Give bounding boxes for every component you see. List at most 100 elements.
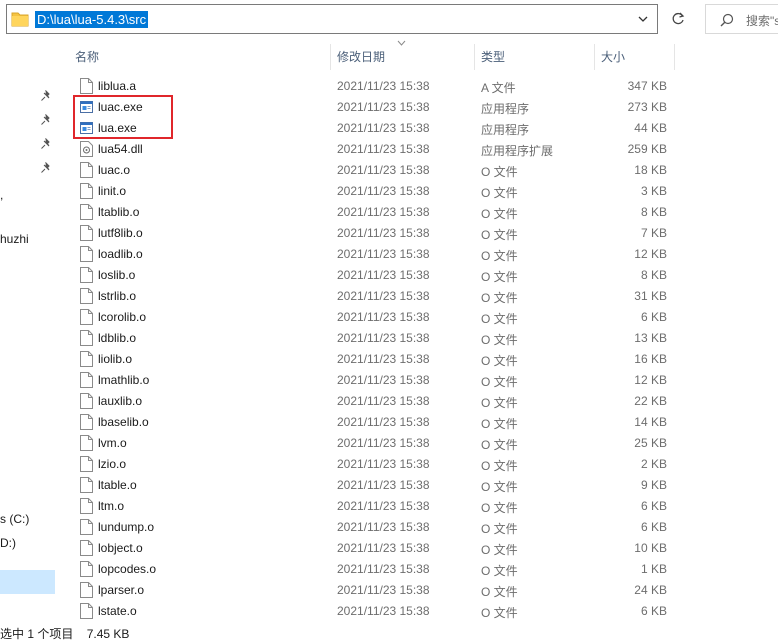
file-date: 2021/11/23 15:38 xyxy=(337,457,430,471)
file-icon xyxy=(80,393,93,409)
file-date: 2021/11/23 15:38 xyxy=(337,541,430,555)
file-date: 2021/11/23 15:38 xyxy=(337,499,430,513)
file-icon xyxy=(80,477,93,493)
address-path[interactable]: D:\lua\lua-5.4.3\src xyxy=(35,11,149,28)
file-type: O 文件 xyxy=(481,249,518,263)
file-size: 25 KB xyxy=(634,436,667,450)
file-size: 6 KB xyxy=(640,604,667,618)
file-row[interactable]: ltable.o 2021/11/23 15:38 O 文件 9 KB xyxy=(0,475,778,496)
file-row[interactable]: lbaselib.o 2021/11/23 15:38 O 文件 14 KB xyxy=(0,412,778,433)
file-size: 3 KB xyxy=(640,184,667,198)
search-box[interactable]: 搜索"s xyxy=(705,4,778,34)
file-row[interactable]: lundump.o 2021/11/23 15:38 O 文件 6 KB xyxy=(0,517,778,538)
file-row[interactable]: loadlib.o 2021/11/23 15:38 O 文件 12 KB xyxy=(0,244,778,265)
file-name: lauxlib.o xyxy=(98,394,143,408)
file-type: O 文件 xyxy=(481,585,518,599)
file-type: O 文件 xyxy=(481,417,518,431)
file-name: ltm.o xyxy=(98,499,125,513)
file-date: 2021/11/23 15:38 xyxy=(337,289,430,303)
file-date: 2021/11/23 15:38 xyxy=(337,352,430,366)
file-row[interactable]: lstate.o 2021/11/23 15:38 O 文件 6 KB xyxy=(0,601,778,622)
file-date: 2021/11/23 15:38 xyxy=(337,100,430,114)
file-date: 2021/11/23 15:38 xyxy=(337,415,430,429)
file-type: O 文件 xyxy=(481,165,518,179)
file-row[interactable]: liblua.a 2021/11/23 15:38 A 文件 347 KB xyxy=(0,76,778,97)
refresh-button[interactable] xyxy=(664,4,692,34)
file-icon xyxy=(80,540,93,556)
file-size: 6 KB xyxy=(640,310,667,324)
address-bar[interactable]: D:\lua\lua-5.4.3\src xyxy=(6,4,658,34)
file-icon xyxy=(80,267,93,283)
file-name: lzio.o xyxy=(98,457,127,471)
search-placeholder: 搜索"s xyxy=(746,14,778,28)
file-name: lundump.o xyxy=(98,520,155,534)
file-date: 2021/11/23 15:38 xyxy=(337,604,430,618)
file-size: 6 KB xyxy=(640,520,667,534)
file-row[interactable]: lstrlib.o 2021/11/23 15:38 O 文件 31 KB xyxy=(0,286,778,307)
column-header-date[interactable]: 修改日期 xyxy=(330,44,474,70)
file-icon xyxy=(80,162,93,178)
file-name: ltable.o xyxy=(98,478,137,492)
file-type: O 文件 xyxy=(481,501,518,515)
file-type: O 文件 xyxy=(481,375,518,389)
file-row[interactable]: lutf8lib.o 2021/11/23 15:38 O 文件 7 KB xyxy=(0,223,778,244)
file-icon xyxy=(80,582,93,598)
file-row[interactable]: lmathlib.o 2021/11/23 15:38 O 文件 12 KB xyxy=(0,370,778,391)
column-header-name[interactable]: 名称 xyxy=(68,44,330,70)
file-row[interactable]: lvm.o 2021/11/23 15:38 O 文件 25 KB xyxy=(0,433,778,454)
file-row[interactable]: ltablib.o 2021/11/23 15:38 O 文件 8 KB xyxy=(0,202,778,223)
file-icon xyxy=(80,288,93,304)
file-icon xyxy=(80,414,93,430)
file-type: O 文件 xyxy=(481,606,518,620)
file-name: liolib.o xyxy=(98,352,133,366)
file-row[interactable]: lobject.o 2021/11/23 15:38 O 文件 10 KB xyxy=(0,538,778,559)
file-size: 7 KB xyxy=(640,226,667,240)
dll-icon xyxy=(80,141,93,157)
file-name: lvm.o xyxy=(98,436,127,450)
file-row[interactable]: lauxlib.o 2021/11/23 15:38 O 文件 22 KB xyxy=(0,391,778,412)
file-date: 2021/11/23 15:38 xyxy=(337,478,430,492)
file-row[interactable]: lcorolib.o 2021/11/23 15:38 O 文件 6 KB xyxy=(0,307,778,328)
file-row[interactable]: linit.o 2021/11/23 15:38 O 文件 3 KB xyxy=(0,181,778,202)
file-row[interactable]: ltm.o 2021/11/23 15:38 O 文件 6 KB xyxy=(0,496,778,517)
file-type: 应用程序 xyxy=(481,102,530,116)
file-date: 2021/11/23 15:38 xyxy=(337,79,430,93)
file-icon xyxy=(80,603,93,619)
file-name: loadlib.o xyxy=(98,247,143,261)
file-size: 16 KB xyxy=(634,352,667,366)
file-size: 8 KB xyxy=(640,268,667,282)
file-icon xyxy=(80,309,93,325)
status-bar: 选中 1 个项目 7.45 KB xyxy=(0,625,139,642)
search-icon xyxy=(720,13,734,27)
file-size: 273 KB xyxy=(627,100,667,114)
file-size: 1 KB xyxy=(640,562,667,576)
file-type: O 文件 xyxy=(481,354,518,368)
file-date: 2021/11/23 15:38 xyxy=(337,436,430,450)
file-row[interactable]: lzio.o 2021/11/23 15:38 O 文件 2 KB xyxy=(0,454,778,475)
file-icon xyxy=(80,372,93,388)
file-date: 2021/11/23 15:38 xyxy=(337,394,430,408)
file-row[interactable]: lua54.dll 2021/11/23 15:38 应用程序扩展 259 KB xyxy=(0,139,778,160)
file-row[interactable]: lparser.o 2021/11/23 15:38 O 文件 24 KB xyxy=(0,580,778,601)
file-name: lcorolib.o xyxy=(98,310,147,324)
column-header-size[interactable]: 大小 xyxy=(594,44,674,70)
file-type: O 文件 xyxy=(481,480,518,494)
file-icon xyxy=(80,330,93,346)
file-icon xyxy=(80,498,93,514)
file-row[interactable]: luac.o 2021/11/23 15:38 O 文件 18 KB xyxy=(0,160,778,181)
file-type: O 文件 xyxy=(481,333,518,347)
file-date: 2021/11/23 15:38 xyxy=(337,226,430,240)
refresh-icon xyxy=(672,12,685,25)
chevron-down-icon[interactable] xyxy=(637,12,649,26)
file-row[interactable]: lopcodes.o 2021/11/23 15:38 O 文件 1 KB xyxy=(0,559,778,580)
file-row[interactable]: loslib.o 2021/11/23 15:38 O 文件 8 KB xyxy=(0,265,778,286)
file-type: O 文件 xyxy=(481,291,518,305)
file-row[interactable]: ldblib.o 2021/11/23 15:38 O 文件 13 KB xyxy=(0,328,778,349)
column-divider[interactable] xyxy=(674,44,675,70)
column-header-type[interactable]: 类型 xyxy=(474,44,594,70)
file-row[interactable]: liolib.o 2021/11/23 15:38 O 文件 16 KB xyxy=(0,349,778,370)
file-type: O 文件 xyxy=(481,438,518,452)
file-name: lbaselib.o xyxy=(98,415,149,429)
file-name: loslib.o xyxy=(98,268,136,282)
file-size: 31 KB xyxy=(634,289,667,303)
